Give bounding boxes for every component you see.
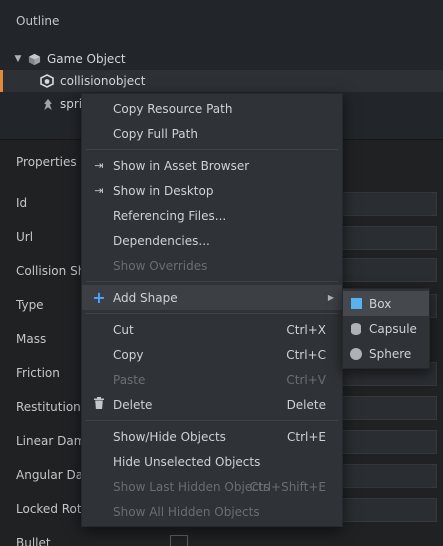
bullet-checkbox[interactable] bbox=[170, 535, 188, 546]
cube-icon bbox=[28, 53, 41, 65]
collision-object-icon bbox=[40, 74, 54, 88]
submenu-item-label: Box bbox=[369, 296, 392, 311]
locked-rotation-field[interactable] bbox=[342, 498, 437, 522]
add-shape-submenu: Box Capsule Sphere bbox=[342, 288, 430, 369]
angular-damping-field[interactable] bbox=[342, 464, 437, 488]
property-label-id: Id bbox=[16, 196, 28, 210]
menu-item-cut[interactable]: Cut Ctrl+X bbox=[82, 317, 342, 342]
menu-item-label: Show All Hidden Objects bbox=[113, 504, 260, 519]
menu-item-shortcut: Delete bbox=[286, 397, 326, 412]
property-label-locked-rotation: Locked Rota bbox=[16, 502, 88, 516]
menu-item-show-last-hidden-objects[interactable]: Show Last Hidden Objects Ctrl+Shift+E bbox=[82, 474, 342, 499]
menu-item-shortcut: Ctrl+E bbox=[287, 429, 326, 444]
plus-icon: + bbox=[92, 288, 106, 307]
reveal-icon: ⇥ bbox=[94, 159, 104, 172]
restitution-field[interactable] bbox=[342, 396, 437, 420]
menu-item-add-shape[interactable]: + Add Shape ▶ bbox=[82, 285, 342, 310]
menu-item-label: Cut bbox=[113, 322, 134, 337]
menu-item-delete[interactable]: Delete Delete bbox=[82, 392, 342, 417]
trash-icon bbox=[91, 397, 107, 412]
property-label-collision-shape: Collision Sha bbox=[16, 264, 88, 278]
menu-item-copy-full-path[interactable]: Copy Full Path bbox=[82, 121, 342, 146]
menu-item-copy-resource-path[interactable]: Copy Resource Path bbox=[82, 96, 342, 121]
menu-item-copy[interactable]: Copy Ctrl+C bbox=[82, 342, 342, 367]
submenu-item-sphere[interactable]: Sphere bbox=[343, 341, 429, 366]
sphere-shape-icon bbox=[350, 347, 362, 360]
menu-item-label: Referencing Files... bbox=[113, 208, 227, 223]
property-label-url: Url bbox=[16, 230, 34, 244]
id-field[interactable] bbox=[342, 192, 437, 216]
menu-separator bbox=[86, 420, 338, 421]
menu-item-label: Copy Resource Path bbox=[113, 101, 233, 116]
submenu-item-label: Sphere bbox=[369, 346, 412, 361]
context-menu: Copy Resource Path Copy Full Path ⇥ Show… bbox=[81, 93, 343, 527]
menu-item-shortcut: Ctrl+V bbox=[286, 372, 326, 387]
menu-item-label: Copy bbox=[113, 347, 144, 362]
chevron-down-icon[interactable]: ▼ bbox=[12, 54, 24, 64]
menu-item-shortcut: Ctrl+X bbox=[286, 322, 326, 337]
menu-item-show-in-asset-browser[interactable]: ⇥ Show in Asset Browser bbox=[82, 153, 342, 178]
menu-item-label: Dependencies... bbox=[113, 233, 210, 248]
box-shape-icon bbox=[351, 298, 362, 309]
menu-item-hide-unselected-objects[interactable]: Hide Unselected Objects bbox=[82, 449, 342, 474]
sprite-icon bbox=[44, 98, 52, 110]
menu-item-label: Copy Full Path bbox=[113, 126, 198, 141]
menu-item-referencing-files[interactable]: Referencing Files... bbox=[82, 203, 342, 228]
menu-item-show-overrides[interactable]: Show Overrides bbox=[82, 253, 342, 278]
menu-item-label: Show in Desktop bbox=[113, 183, 214, 198]
tree-item-label: Game Object bbox=[47, 52, 126, 66]
menu-item-paste[interactable]: Paste Ctrl+V bbox=[82, 367, 342, 392]
menu-item-show-hide-objects[interactable]: Show/Hide Objects Ctrl+E bbox=[82, 424, 342, 449]
menu-item-label: Show in Asset Browser bbox=[113, 158, 250, 173]
property-label-type: Type bbox=[16, 298, 44, 312]
submenu-item-label: Capsule bbox=[369, 321, 417, 336]
menu-item-label: Show Overrides bbox=[113, 258, 208, 273]
property-label-mass: Mass bbox=[16, 332, 47, 346]
menu-item-label: Show Last Hidden Objects bbox=[113, 479, 270, 494]
submenu-item-capsule[interactable]: Capsule bbox=[343, 316, 429, 341]
linear-damping-field[interactable] bbox=[342, 430, 437, 454]
url-field[interactable] bbox=[342, 226, 437, 250]
menu-item-shortcut: Ctrl+C bbox=[286, 347, 326, 362]
menu-separator bbox=[86, 281, 338, 282]
tree-item-label: collisionobject bbox=[60, 74, 146, 88]
property-label-friction: Friction bbox=[16, 366, 60, 380]
menu-item-dependencies[interactable]: Dependencies... bbox=[82, 228, 342, 253]
property-label-angular-damping: Angular Dan bbox=[16, 468, 88, 482]
menu-item-shortcut: Ctrl+Shift+E bbox=[249, 479, 326, 494]
menu-item-label: Hide Unselected Objects bbox=[113, 454, 261, 469]
tree-item-label: spri bbox=[60, 97, 83, 111]
property-label-bullet: Bullet bbox=[16, 536, 51, 546]
menu-item-label: Delete bbox=[113, 397, 153, 412]
chevron-right-icon: ▶ bbox=[327, 293, 334, 302]
property-label-linear-damping: Linear Damp bbox=[16, 434, 88, 448]
menu-item-label: Show/Hide Objects bbox=[113, 429, 226, 444]
reveal-icon: ⇥ bbox=[94, 184, 104, 197]
menu-item-show-all-hidden-objects[interactable]: Show All Hidden Objects bbox=[82, 499, 342, 524]
menu-separator bbox=[86, 149, 338, 150]
capsule-shape-icon bbox=[351, 322, 361, 335]
outline-title: Outline bbox=[16, 14, 60, 28]
properties-title: Properties bbox=[16, 155, 77, 169]
submenu-item-box[interactable]: Box bbox=[343, 291, 429, 316]
menu-item-label: Add Shape bbox=[113, 290, 178, 305]
tree-item-collisionobject[interactable]: collisionobject bbox=[0, 70, 443, 92]
menu-item-label: Paste bbox=[113, 372, 146, 387]
collision-shape-field[interactable] bbox=[342, 258, 437, 282]
menu-separator bbox=[86, 313, 338, 314]
tree-item-game-object[interactable]: ▼ Game Object bbox=[0, 48, 443, 70]
menu-item-show-in-desktop[interactable]: ⇥ Show in Desktop bbox=[82, 178, 342, 203]
